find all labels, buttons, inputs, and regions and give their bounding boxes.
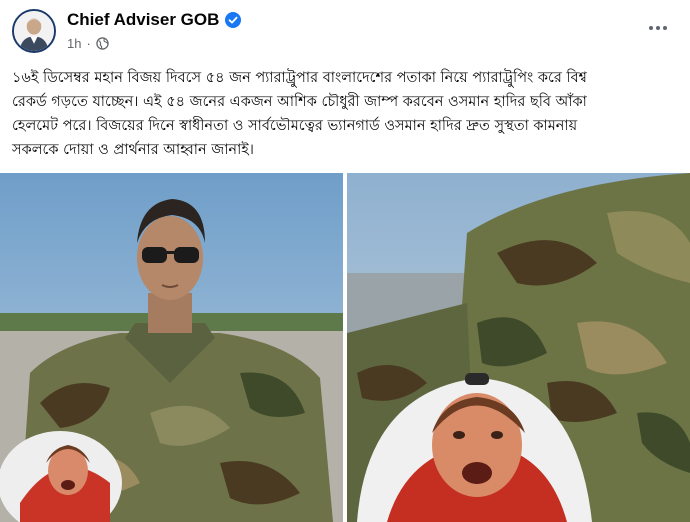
photo-paratrooper-portrait[interactable] (0, 173, 343, 522)
author-avatar[interactable] (12, 9, 56, 53)
post-time[interactable]: 1h (67, 36, 81, 51)
dot-2 (656, 26, 660, 30)
dot-1 (649, 26, 653, 30)
post-text-line-4: সকলকে দোয়া ও প্রার্থনার আহ্বান জানাই। (12, 142, 254, 158)
meta-separator: · (86, 36, 91, 51)
post-text-line-2: রেকর্ড গড়তে যাচ্ছেন। এই ৫৪ জনের একজন আশ… (12, 94, 587, 110)
post-meta: 1h · (67, 36, 109, 51)
post-body: ১৬ই ডিসেম্বর মহান বিজয় দিবসে ৫৪ জন প্যা… (12, 66, 680, 162)
photo-grid (0, 173, 690, 522)
globe-icon[interactable] (96, 37, 109, 50)
dot-3 (663, 26, 667, 30)
more-options-button[interactable] (640, 14, 676, 42)
verified-badge-icon (225, 12, 242, 28)
post-text-line-1: ১৬ই ডিসেম্বর মহান বিজয় দিবসে ৫৪ জন প্যা… (12, 70, 587, 86)
author-line: Chief Adviser GOB (67, 10, 242, 30)
post-header: Chief Adviser GOB 1h · (0, 0, 690, 60)
post-text-line-3: হেলমেট পরে। বিজয়ের দিনে স্বাধীনতা ও সার… (12, 118, 578, 134)
photo-helmet-closeup[interactable] (347, 173, 690, 522)
author-name[interactable]: Chief Adviser GOB (67, 10, 219, 30)
